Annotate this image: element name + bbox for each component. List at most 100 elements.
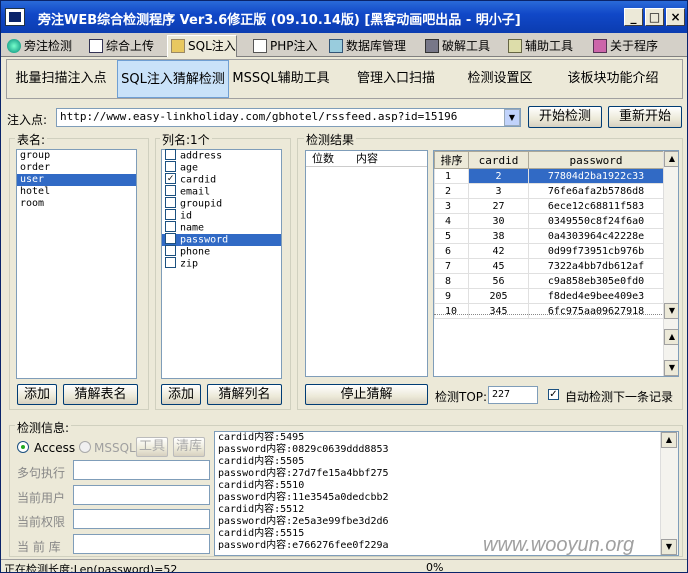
column-item[interactable]: age: [162, 161, 281, 174]
column-item[interactable]: address: [162, 149, 281, 162]
stop-guess-button[interactable]: 停止猜解: [305, 384, 428, 405]
column-item[interactable]: zip: [162, 257, 281, 270]
sub-tab-bar: 批量扫描注入点 SQL注入猜解检测 MSSQL辅助工具 管理入口扫描 检测设置区…: [6, 59, 683, 99]
page-icon: [253, 39, 267, 53]
minimize-button[interactable]: _: [624, 8, 643, 26]
auto-detect-label: 自动检测下一条记录: [565, 390, 674, 404]
table-row[interactable]: 6 42 0d99f73951cb976b: [434, 243, 664, 259]
column-checkbox[interactable]: [165, 185, 176, 196]
table-item[interactable]: group: [17, 150, 136, 162]
column-item[interactable]: id: [162, 209, 281, 222]
column-checkbox[interactable]: ✓: [165, 233, 176, 244]
subtab-settings[interactable]: 检测设置区: [455, 60, 545, 98]
scroll-down-icon[interactable]: ▼: [664, 360, 678, 376]
tab-sql-injection[interactable]: SQL注入: [167, 35, 237, 57]
columns-list[interactable]: address age ✓ cardid email groupid id name ✓ pass…: [161, 149, 282, 379]
dropdown-arrow-icon[interactable]: ▼: [504, 109, 520, 126]
scroll-down-icon[interactable]: ▼: [664, 303, 678, 319]
chart-icon: [89, 39, 103, 53]
column-item[interactable]: email: [162, 185, 281, 198]
subtab-batch-scan[interactable]: 批量扫描注入点: [7, 60, 115, 98]
log-scrollbar[interactable]: ▲ ▼: [660, 432, 678, 555]
column-item[interactable]: name: [162, 221, 281, 234]
mssql-radio[interactable]: [79, 441, 91, 453]
table-row[interactable]: 4 30 0349550c8f24f6a0: [434, 213, 664, 229]
column-item[interactable]: ✓ cardid: [162, 173, 281, 186]
guess-columns-button[interactable]: 猜解列名: [207, 384, 282, 405]
table-row[interactable]: 3 27 6ece12c68811f583: [434, 198, 664, 214]
column-checkbox[interactable]: [165, 245, 176, 256]
table-item[interactable]: order: [17, 162, 136, 174]
table-row[interactable]: 8 56 c9a858eb305e0fd0: [434, 273, 664, 289]
column-checkbox[interactable]: ✓: [165, 173, 176, 184]
column-checkbox[interactable]: [165, 209, 176, 220]
access-radio[interactable]: [17, 441, 29, 453]
position-content-list[interactable]: 位数 内容: [305, 150, 428, 377]
scroll-up-icon[interactable]: ▲: [661, 432, 677, 448]
access-label: Access: [34, 441, 76, 455]
log-line: password内容:2e5a3e99fbe3d2d6: [218, 516, 389, 527]
status-bar: 正在检测长度:Len(password)=52 0%: [1, 559, 687, 573]
tables-list[interactable]: group order user hotel room: [16, 149, 137, 379]
main-tab-bar: 旁注检测 综合上传 SQL注入 PHP注入 数据库管理 破解工具 辅助工具 关于…: [1, 33, 687, 57]
auto-detect-checkbox[interactable]: ✓: [548, 389, 559, 400]
column-checkbox[interactable]: [165, 221, 176, 232]
status-text: 正在检测长度:Len(password)=52: [4, 563, 178, 573]
table-item[interactable]: hotel: [17, 186, 136, 198]
table-row[interactable]: 10 345 6fc975aa09627918: [434, 303, 664, 319]
results-grid[interactable]: 排序 cardid password 1 2 77804d2ba1922c33 2 3 76f…: [433, 150, 679, 377]
table-row[interactable]: 2 3 76fe6afa2b5786d8: [434, 183, 664, 199]
url-input[interactable]: http://www.easy-linkholiday.com/gbhotel/…: [56, 108, 521, 127]
table-row[interactable]: 1 2 77804d2ba1922c33: [434, 168, 664, 184]
column-checkbox[interactable]: [165, 161, 176, 172]
subtab-help[interactable]: 该板块功能介绍: [553, 60, 673, 98]
table-row[interactable]: 5 38 0a4303964c42228e: [434, 228, 664, 244]
top-input[interactable]: 227: [488, 386, 538, 404]
scroll-down-icon[interactable]: ▼: [661, 539, 677, 555]
tab-crack-tools[interactable]: 破解工具: [421, 35, 491, 57]
table-row[interactable]: 9 205 f8ded4e9bee409e3: [434, 288, 664, 304]
table-row[interactable]: 7 45 7322a4bb7db612af: [434, 258, 664, 274]
log-line: password内容:0829c0639ddd8853: [218, 444, 389, 455]
tab-sidescan[interactable]: 旁注检测: [3, 35, 73, 57]
column-checkbox[interactable]: [165, 197, 176, 208]
multi-exec-field[interactable]: [73, 460, 210, 480]
header-password: password: [528, 151, 664, 169]
column-item[interactable]: ✓ password: [162, 233, 281, 246]
tab-aux-tools[interactable]: 辅助工具: [504, 35, 574, 57]
guess-tables-button[interactable]: 猜解表名: [63, 384, 138, 405]
subtab-mssql-tools[interactable]: MSSQL辅助工具: [231, 60, 331, 98]
current-perm-field[interactable]: [73, 509, 210, 529]
log-line: cardid内容:5505: [218, 456, 305, 467]
scroll-up-icon[interactable]: ▲: [664, 329, 678, 345]
mssql-label: MSSQL: [94, 441, 136, 455]
current-db-field[interactable]: [73, 534, 210, 554]
column-checkbox[interactable]: [165, 149, 176, 160]
table-item[interactable]: room: [17, 198, 136, 210]
column-item[interactable]: groupid: [162, 197, 281, 210]
log-line: password内容:27d7fe15a4bbf275: [218, 468, 389, 479]
scroll-up-icon[interactable]: ▲: [664, 151, 678, 167]
subtab-sql-guess[interactable]: SQL注入猜解检测: [117, 60, 229, 98]
column-item[interactable]: phone: [162, 245, 281, 258]
column-checkbox[interactable]: [165, 257, 176, 268]
grid-scrollbar[interactable]: ▲ ▼ ▲ ▼: [663, 151, 678, 376]
log-line: cardid内容:5495: [218, 432, 305, 443]
inject-label: 注入点:: [7, 113, 48, 127]
tab-database[interactable]: 数据库管理: [325, 35, 407, 57]
close-button[interactable]: ×: [666, 8, 685, 26]
clear-db-button[interactable]: 清库: [173, 437, 205, 457]
subtab-admin-scan[interactable]: 管理入口扫描: [341, 60, 451, 98]
database-icon: [329, 39, 343, 53]
add-column-button[interactable]: 添加: [161, 384, 201, 405]
tab-php-injection[interactable]: PHP注入: [249, 35, 319, 57]
tab-about[interactable]: 关于程序: [589, 35, 659, 57]
tool-button[interactable]: 工具: [136, 437, 168, 457]
maximize-button[interactable]: □: [645, 8, 664, 26]
restart-button[interactable]: 重新开始: [608, 106, 682, 128]
current-user-field[interactable]: [73, 485, 210, 505]
add-table-button[interactable]: 添加: [17, 384, 57, 405]
start-detect-button[interactable]: 开始检测: [528, 106, 602, 128]
tab-upload[interactable]: 综合上传: [85, 35, 155, 57]
table-item[interactable]: user: [17, 174, 136, 186]
